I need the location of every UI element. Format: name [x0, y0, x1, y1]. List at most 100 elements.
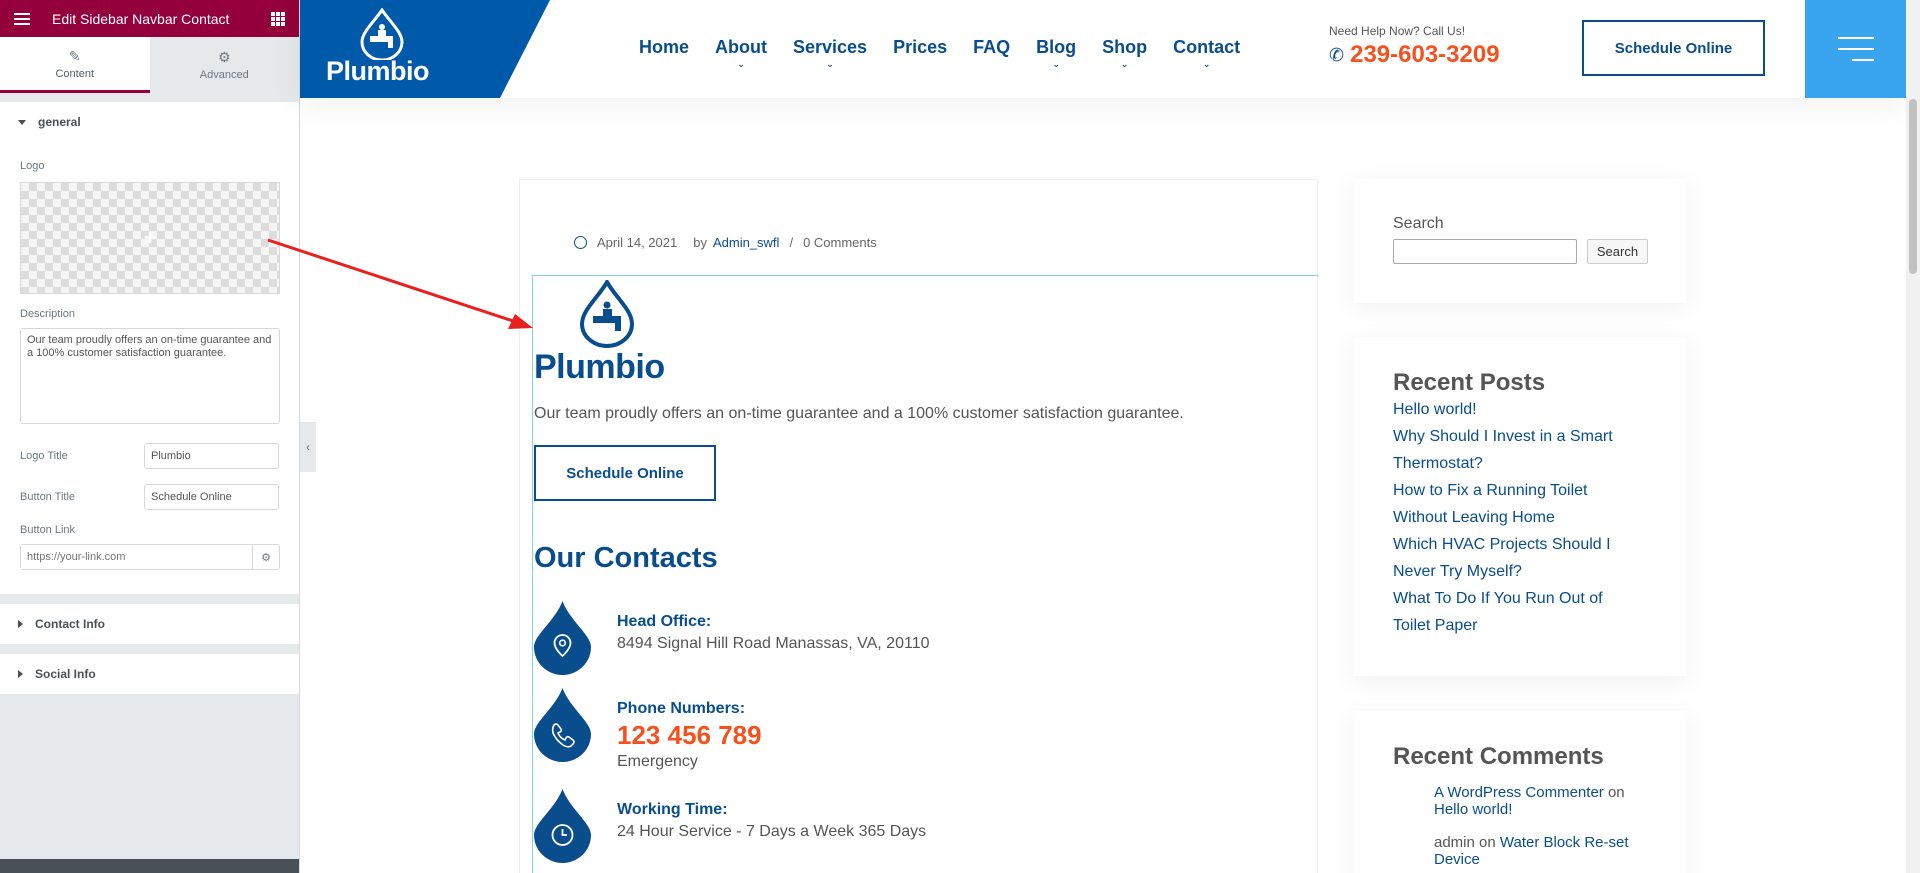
recent-post-link[interactable]: How to Fix a Running Toilet Without Leav… [1393, 477, 1643, 531]
editor-panel: Edit Sidebar Navbar Contact ✎ Content ⚙ … [0, 0, 300, 873]
nav-about[interactable]: About ⌄ [715, 37, 767, 69]
logo-title-label: Logo Title [20, 450, 68, 462]
section-general-label: general [38, 115, 81, 129]
recent-post-link[interactable]: What To Do If You Run Out of Toilet Pape… [1393, 585, 1643, 639]
location-pin-icon [534, 601, 591, 675]
nav-contact[interactable]: Contact ⌄ [1173, 37, 1241, 69]
comment-author: admin [1434, 834, 1475, 851]
post-by: by [693, 235, 707, 250]
widget-schedule-online-button[interactable]: Schedule Online [534, 445, 716, 501]
nav-home-label: Home [639, 37, 690, 57]
description-label: Description [20, 308, 76, 320]
add-media-icon: + [143, 225, 157, 250]
search-input[interactable] [1393, 239, 1577, 264]
logo-title-control: Logo Title [0, 443, 299, 469]
section-general: general Logo + Description Our team prou… [0, 102, 299, 594]
nav-prices[interactable]: Prices [893, 37, 947, 58]
recent-post-link[interactable]: Hello world! [1393, 396, 1643, 423]
chevron-down-icon: ⌄ [826, 59, 834, 69]
gear-icon: ⚙ [217, 49, 231, 65]
nav-faq[interactable]: FAQ [973, 37, 1010, 58]
contact-phone-note: Emergency [617, 753, 698, 770]
chevron-down-icon: ⌄ [1052, 59, 1060, 69]
site-header: Plumbio Home About ⌄ Services ⌄ Prices FAQ… [300, 0, 1906, 98]
comment-author-link[interactable]: A WordPress Commenter [1434, 784, 1604, 801]
help-callout: Need Help Now? Call Us! ✆ 239-603-3209 [1329, 24, 1500, 69]
nav-home[interactable]: Home [639, 37, 689, 58]
water-drop-logo-icon [360, 8, 404, 60]
comment-on: on [1479, 834, 1496, 851]
header-phone-number: 239-603-3209 [1350, 41, 1500, 68]
meta-separator: / [789, 235, 794, 250]
button-title-control: Button Title [0, 484, 299, 510]
widgets-grid-icon[interactable] [271, 11, 285, 26]
chevron-down-icon: ⌄ [1202, 59, 1211, 69]
scrollbar-thumb[interactable] [1909, 99, 1917, 274]
button-link-control: ⚙ [20, 544, 280, 570]
contact-title: Phone Numbers: [617, 700, 746, 717]
recent-comments-widget: Recent Comments A WordPress Commenter on… [1353, 711, 1687, 873]
post-meta: April 14, 2021 by Admin_swfl / 0 Comment… [574, 235, 877, 250]
post-date: April 14, 2021 [597, 235, 678, 250]
contact-address: 8494 Signal Hill Road Manassas, VA, 2011… [617, 635, 930, 652]
article-card: April 14, 2021 by Admin_swfl / 0 Comment… [519, 179, 1319, 873]
search-widget: Search Search [1353, 179, 1687, 303]
logo-text: Plumbio [326, 56, 430, 86]
nav-shop[interactable]: Shop ⌄ [1102, 37, 1147, 69]
recent-post-link[interactable]: Why Should I Invest in a Smart Thermosta… [1393, 423, 1643, 477]
contact-title: Head Office: [617, 613, 712, 630]
contact-phone-number[interactable]: 123 456 789 [617, 720, 762, 751]
tab-content-label: Content [55, 67, 95, 80]
recent-posts-title: Recent Posts [1393, 369, 1546, 396]
nav-blog[interactable]: Blog ⌄ [1036, 37, 1077, 69]
page-scrollbar[interactable] [1906, 0, 1920, 873]
header-phone-link[interactable]: ✆ 239-603-3209 [1329, 41, 1500, 69]
nav-prices-label: Prices [893, 37, 948, 57]
post-author-link[interactable]: Admin_swfl [713, 235, 779, 250]
hamburger-menu-icon[interactable] [14, 12, 30, 25]
chevron-down-icon: ⌄ [737, 59, 745, 69]
search-button[interactable]: Search [1587, 239, 1648, 264]
editor-header: Edit Sidebar Navbar Contact [0, 0, 299, 37]
button-link-label: Button Link [20, 524, 76, 536]
caret-right-icon [18, 620, 23, 628]
site-logo[interactable]: Plumbio [300, 0, 550, 98]
logo-media-picker[interactable]: + [20, 182, 280, 294]
post-comments-count[interactable]: 0 Comments [803, 235, 877, 250]
nav-contact-label: Contact [1173, 37, 1241, 57]
contact-title: Working Time: [617, 801, 728, 818]
nav-services[interactable]: Services ⌄ [793, 37, 867, 69]
comment-post-link[interactable]: Hello world! [1434, 801, 1512, 818]
logo-title-input[interactable] [144, 443, 279, 469]
nav-blog-label: Blog [1036, 37, 1077, 57]
help-text: Need Help Now? Call Us! [1329, 24, 1466, 38]
phone-icon [534, 688, 591, 762]
collapse-panel-chevron-left-icon[interactable]: ‹ [300, 422, 316, 472]
sidebar-menu-toggle-icon[interactable] [1805, 0, 1906, 98]
contact-working-time: Working Time: 24 Hour Service - 7 Days a… [534, 789, 926, 863]
section-general-toggle[interactable]: general [0, 102, 299, 142]
editor-footer [0, 859, 299, 873]
sidebar-navbar-contact-widget[interactable]: Plumbio Our team proudly offers an on-ti… [532, 275, 1319, 873]
schedule-online-button[interactable]: Schedule Online [1582, 20, 1765, 76]
editor-body: general Logo + Description Our team prou… [0, 102, 299, 704]
button-link-input[interactable] [21, 545, 252, 569]
comment-on: on [1607, 784, 1625, 801]
section-contact-info[interactable]: Contact Info [0, 604, 299, 644]
recent-post-link[interactable]: Which HVAC Projects Should I Never Try M… [1393, 531, 1643, 585]
tab-advanced[interactable]: ⚙ Advanced [149, 37, 299, 93]
caret-down-icon [18, 119, 26, 125]
description-textarea[interactable]: Our team proudly offers an on-time guara… [20, 328, 280, 424]
caret-right-icon [18, 670, 23, 678]
water-drop-logo-icon [579, 280, 635, 348]
link-options-gear-icon[interactable]: ⚙ [252, 545, 279, 569]
search-label: Search [1393, 215, 1444, 232]
button-title-label: Button Title [20, 491, 76, 503]
section-contact-info-label: Contact Info [35, 617, 105, 631]
tab-content[interactable]: ✎ Content [0, 37, 150, 93]
section-social-info[interactable]: Social Info [0, 654, 299, 694]
our-contacts-heading: Our Contacts [534, 542, 718, 574]
button-title-input[interactable] [144, 484, 279, 510]
recent-comment: A WordPress Commenter on Hello world! [1434, 784, 1644, 818]
clock-icon [534, 789, 591, 863]
